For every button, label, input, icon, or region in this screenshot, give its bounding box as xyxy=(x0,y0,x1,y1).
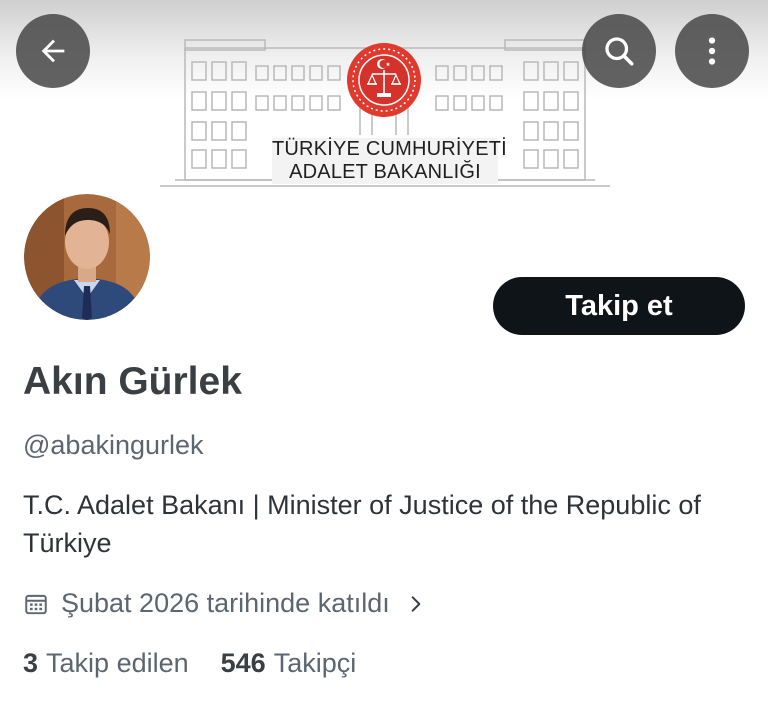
profile-stats: 3 Takip edilen 546 Takipçi xyxy=(23,648,356,679)
following-label: Takip edilen xyxy=(46,648,189,678)
display-name: Akın Gürlek xyxy=(23,360,242,403)
more-options-button[interactable] xyxy=(675,14,749,88)
follow-button[interactable]: Takip et xyxy=(493,277,745,335)
chevron-right-icon xyxy=(406,593,426,615)
more-vertical-icon xyxy=(708,37,716,65)
avatar[interactable] xyxy=(20,190,154,324)
arrow-left-icon xyxy=(41,39,65,63)
calendar-icon xyxy=(23,591,49,617)
ministry-emblem-icon xyxy=(347,43,421,117)
following-count: 3 xyxy=(23,648,39,678)
search-button[interactable] xyxy=(582,14,656,88)
avatar-photo xyxy=(24,194,150,320)
profile-handle: @abakingurlek xyxy=(23,430,204,460)
banner-title: TÜRKİYE CUMHURİYETİ ADALET BAKANLIĞI xyxy=(272,138,507,184)
profile-bio: T.C. Adalet Bakanı | Minister of Justice… xyxy=(23,490,701,558)
search-icon xyxy=(605,37,634,66)
back-button[interactable] xyxy=(16,14,90,88)
following-stat[interactable]: 3 Takip edilen xyxy=(23,648,189,679)
followers-count: 546 xyxy=(220,648,266,678)
profile-banner[interactable]: TÜRKİYE CUMHURİYETİ ADALET BAKANLIĞI xyxy=(0,0,768,200)
followers-stat[interactable]: 546 Takipçi xyxy=(221,648,357,679)
followers-label: Takipçi xyxy=(273,648,357,678)
profile-page: TÜRKİYE CUMHURİYETİ ADALET BAKANLIĞI Tak… xyxy=(0,0,768,708)
joined-date-row[interactable]: Şubat 2026 tarihinde katıldı xyxy=(23,588,426,619)
banner-title-line1: TÜRKİYE CUMHURİYETİ xyxy=(272,138,507,160)
joined-date-text: Şubat 2026 tarihinde katıldı xyxy=(61,588,390,618)
banner-title-line2: ADALET BAKANLIĞI xyxy=(289,161,481,183)
